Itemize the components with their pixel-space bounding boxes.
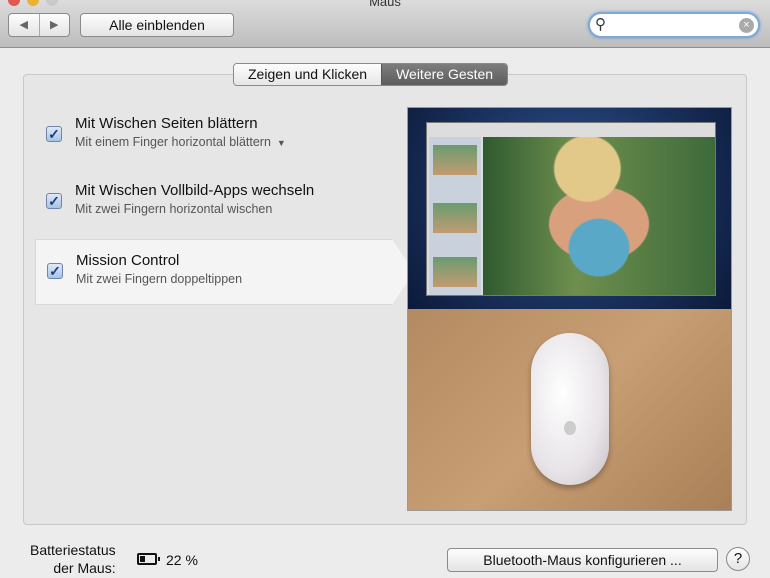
battery-label-line1: Batteriestatus xyxy=(30,542,116,558)
forward-button[interactable]: ▶ xyxy=(40,14,70,36)
tab-weitere-gesten[interactable]: Weitere Gesten xyxy=(381,64,508,85)
battery-value: 22 % xyxy=(166,552,198,568)
search-icon: ⚲ xyxy=(595,16,606,33)
preview-photo xyxy=(483,137,715,295)
preview-desk xyxy=(408,309,731,510)
battery-label: Batteriestatus der Maus: xyxy=(30,541,116,577)
battery-label-line2: der Maus: xyxy=(53,560,116,576)
gesture-sub: Mit einem Finger horizontal blättern xyxy=(75,135,271,149)
tab-zeigen-und-klicken[interactable]: Zeigen und Klicken xyxy=(234,64,382,85)
configure-bluetooth-mouse-button[interactable]: Bluetooth-Maus konfigurieren ... xyxy=(447,548,718,572)
checkbox[interactable]: ✓ xyxy=(46,193,62,209)
nav-buttons: ◀ ▶ xyxy=(8,13,70,37)
toolbar: Maus ◀ ▶ Alle einblenden ⚲ × xyxy=(0,0,770,48)
back-button[interactable]: ◀ xyxy=(9,14,40,36)
battery-icon xyxy=(137,553,160,565)
magic-mouse-image xyxy=(531,333,609,485)
gesture-item[interactable]: ✓ Mit Wischen Seiten blättern Mit einem … xyxy=(35,103,392,169)
gesture-sub: Mit zwei Fingern doppeltippen xyxy=(76,272,243,286)
checkbox[interactable]: ✓ xyxy=(46,126,62,142)
preview-window xyxy=(426,122,716,296)
clear-icon[interactable]: × xyxy=(739,18,754,33)
help-button[interactable]: ? xyxy=(726,547,750,571)
checkbox[interactable]: ✓ xyxy=(47,263,63,279)
gesture-item[interactable]: ✓ Mit Wischen Vollbild-Apps wechseln Mit… xyxy=(35,170,392,236)
gesture-sub: Mit zwei Fingern horizontal wischen xyxy=(75,202,273,216)
thumbnail xyxy=(433,145,477,175)
tab-bar: Zeigen und Klicken Weitere Gesten xyxy=(233,63,509,86)
window-title: Maus xyxy=(369,0,401,9)
gesture-item-selected[interactable]: ✓ Mission Control Mit zwei Fingern doppe… xyxy=(35,239,414,305)
apple-logo-icon xyxy=(564,421,576,435)
gesture-label: Mit Wischen Vollbild-Apps wechseln xyxy=(75,182,315,199)
search-input[interactable]: ⚲ × xyxy=(588,12,760,38)
show-all-button[interactable]: Alle einblenden xyxy=(80,13,234,37)
preview-screen xyxy=(408,108,731,309)
thumbnail xyxy=(433,257,477,287)
gesture-label: Mit Wischen Seiten blättern xyxy=(75,115,258,132)
gesture-label: Mission Control xyxy=(76,252,180,269)
thumbnail xyxy=(433,203,477,233)
gesture-option[interactable]: Mit einem Finger horizontal blättern ▼ xyxy=(75,135,286,149)
gesture-preview xyxy=(407,107,732,511)
dropdown-arrow-icon[interactable]: ▼ xyxy=(274,138,286,148)
preview-sidebar xyxy=(429,137,481,295)
